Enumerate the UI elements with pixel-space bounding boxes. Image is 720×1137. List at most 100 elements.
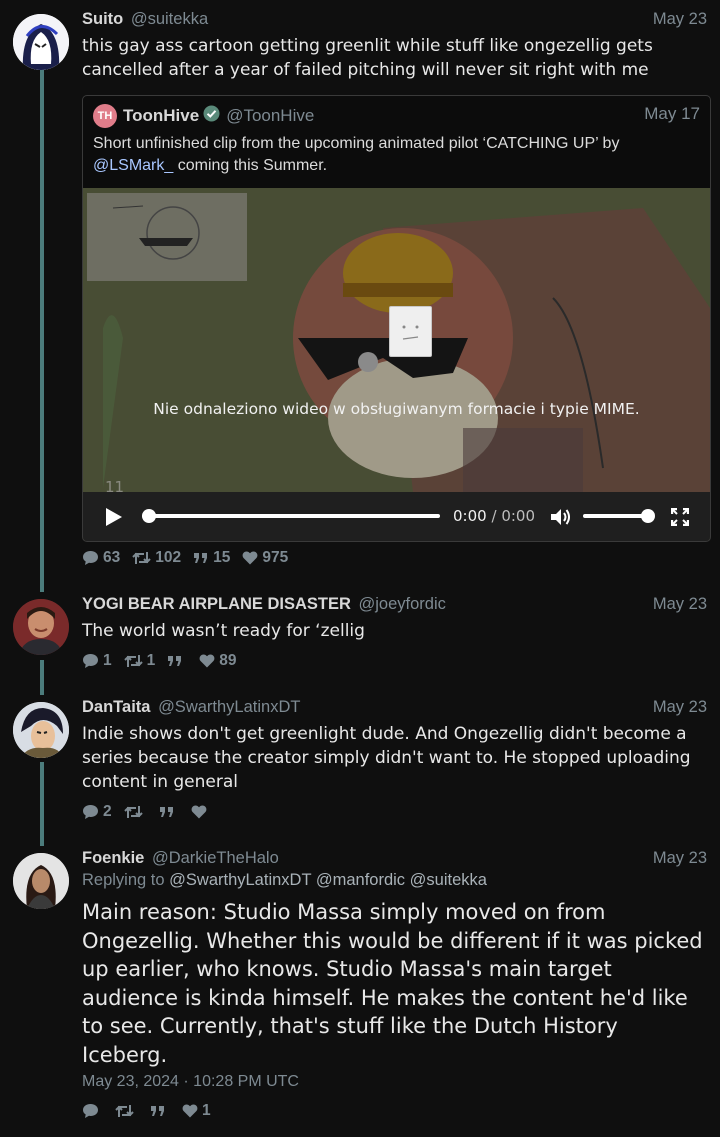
reply-icon xyxy=(83,1104,98,1118)
quote-stat[interactable]: 15 xyxy=(193,549,230,567)
quote-stat[interactable] xyxy=(167,655,187,667)
time-display: 0:00 / 0:00 xyxy=(453,507,535,525)
retweet-icon xyxy=(123,655,143,667)
like-stat[interactable] xyxy=(191,805,211,819)
fullname[interactable]: Suito xyxy=(82,10,123,28)
tweet-stats-row: 63 102 15 975 xyxy=(82,538,707,568)
video-error-message: Nie odnaleziono wideo w obsługiwanym for… xyxy=(153,400,640,418)
tweet-main: Foenkie @DarkieTheHalo May 23 Replying t… xyxy=(82,849,707,1121)
avatar[interactable] xyxy=(13,599,69,655)
seek-bar[interactable] xyxy=(140,508,442,524)
svg-text:11: 11 xyxy=(105,478,124,492)
reply-icon xyxy=(83,654,98,668)
thread-line xyxy=(40,660,44,695)
tweet-date[interactable]: May 23 xyxy=(653,849,707,868)
quote-icon xyxy=(168,656,182,666)
quote-text: Short unfinished clip from the upcoming … xyxy=(93,133,696,177)
mention-link[interactable]: @manfordic xyxy=(316,871,405,889)
like-count: 1 xyxy=(202,1102,211,1119)
reply-stat[interactable]: 63 xyxy=(82,549,120,567)
tweet-header: Suito @suitekka May 23 xyxy=(82,10,707,32)
volume-slider[interactable] xyxy=(581,508,657,524)
quote-tweet[interactable]: TH ToonHive @ToonHive May 17 Short unfinis… xyxy=(82,95,711,542)
like-stat[interactable]: 975 xyxy=(242,549,288,567)
fullname[interactable]: DanTaita xyxy=(82,698,150,716)
retweet-count: 1 xyxy=(146,652,156,669)
like-count: 89 xyxy=(219,652,237,669)
mention-link[interactable]: @LSMark_ xyxy=(93,157,173,174)
heart-icon xyxy=(191,805,207,819)
quote-username[interactable]: @ToonHive xyxy=(226,106,314,125)
tweet-content: this gay ass cartoon getting greenlit wh… xyxy=(82,36,653,80)
username[interactable]: @joeyfordic xyxy=(359,595,446,613)
tweet-header: Foenkie @DarkieTheHalo May 23 xyxy=(82,849,707,871)
tweet-content: Indie shows don't get greenlight dude. A… xyxy=(82,724,691,792)
mention-link[interactable]: @SwarthyLatinxDT xyxy=(169,871,311,889)
username[interactable]: @suitekka xyxy=(131,10,208,28)
tweet: Suito @suitekka May 23 this gay ass cart… xyxy=(82,10,707,82)
quote-fullname[interactable]: ToonHive xyxy=(123,106,199,125)
tweet: DanTaita @SwarthyLatinxDT May 23 Indie s… xyxy=(82,698,707,822)
tweet-content: Main reason: Studio Massa simply moved o… xyxy=(82,900,703,1067)
reply-count: 1 xyxy=(103,652,112,669)
broken-media-icon xyxy=(389,306,432,357)
mention-link[interactable]: @suitekka xyxy=(410,871,487,889)
quote-icon xyxy=(151,1106,164,1116)
reply-stat[interactable] xyxy=(82,1103,103,1119)
reply-icon xyxy=(83,805,98,819)
time-separator: / xyxy=(491,507,497,525)
video-controls: 0:00 / 0:00 xyxy=(83,492,710,541)
volume-icon[interactable] xyxy=(550,507,572,531)
tweet-stats: 1 1 89 xyxy=(82,651,707,671)
quote-icon xyxy=(194,553,208,563)
avatar[interactable] xyxy=(13,853,69,909)
retweet-count: 102 xyxy=(155,549,182,566)
tweet-content: The world wasn’t ready for ‘zellig xyxy=(82,621,365,641)
fullname[interactable]: YOGI BEAR AIRPLANE DISASTER xyxy=(82,595,351,613)
play-icon[interactable] xyxy=(105,507,123,531)
like-count: 975 xyxy=(262,549,289,566)
heart-icon xyxy=(182,1104,198,1118)
avatar[interactable] xyxy=(13,702,69,758)
quote-date[interactable]: May 17 xyxy=(644,104,700,124)
like-stat[interactable]: 89 xyxy=(199,652,237,670)
thread-line xyxy=(40,762,44,846)
tweet: YOGI BEAR AIRPLANE DISASTER @joeyfordic … xyxy=(82,595,707,671)
retweet-stat[interactable] xyxy=(115,1104,138,1118)
replying-label: Replying to xyxy=(82,871,165,889)
tweet-date[interactable]: May 23 xyxy=(653,595,707,614)
current-time: 0:00 xyxy=(453,507,487,525)
reply-stat[interactable]: 2 xyxy=(82,803,112,821)
retweet-stat[interactable]: 102 xyxy=(132,549,181,567)
retweet-stat[interactable] xyxy=(123,805,147,819)
tweet-date[interactable]: May 23 xyxy=(653,698,707,717)
reply-count: 2 xyxy=(103,803,112,820)
tweet-header: YOGI BEAR AIRPLANE DISASTER @joeyfordic … xyxy=(82,595,707,617)
tweet-timestamp[interactable]: May 23, 2024 · 10:28 PM UTC xyxy=(82,1073,707,1091)
username[interactable]: @DarkieTheHalo xyxy=(152,849,279,867)
heart-icon xyxy=(199,654,215,668)
heart-icon xyxy=(242,551,258,565)
retweet-stat[interactable]: 1 xyxy=(123,652,156,670)
tweet-date[interactable]: May 23 xyxy=(653,10,707,29)
duration: 0:00 xyxy=(501,507,535,525)
tweet-header: DanTaita @SwarthyLatinxDT May 23 xyxy=(82,698,707,720)
retweet-icon xyxy=(115,1105,134,1117)
quote-text-part: coming this Summer. xyxy=(173,157,328,174)
fullscreen-icon[interactable] xyxy=(670,507,690,530)
quote-avatar[interactable]: TH xyxy=(93,104,117,128)
quote-icon xyxy=(159,807,173,817)
video-player[interactable]: 11 Nie odnaleziono wideo w obsługiwanym … xyxy=(83,188,710,541)
retweet-icon xyxy=(123,806,143,818)
tweet-stats: 63 102 15 975 xyxy=(82,548,707,568)
retweet-icon xyxy=(132,552,151,564)
quote-stat[interactable] xyxy=(159,806,179,818)
quote-stat[interactable] xyxy=(150,1105,170,1117)
fullname[interactable]: Foenkie xyxy=(82,849,144,867)
quote-text-part: Short unfinished clip from the upcoming … xyxy=(93,135,620,152)
username[interactable]: @SwarthyLatinxDT xyxy=(158,698,300,716)
like-stat[interactable]: 1 xyxy=(182,1102,211,1120)
reply-stat[interactable]: 1 xyxy=(82,652,112,670)
thread-line xyxy=(40,70,44,592)
avatar[interactable] xyxy=(13,14,69,70)
